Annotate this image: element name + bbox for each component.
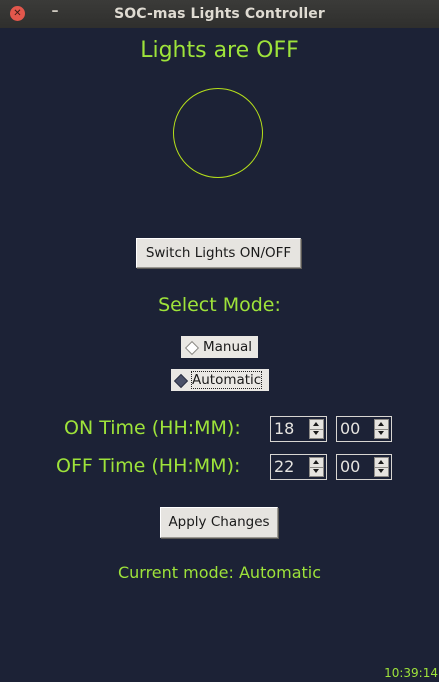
off-hour-spinbox[interactable]: 22: [270, 454, 327, 480]
on-minute-value[interactable]: 00: [340, 419, 360, 439]
off-time-label: OFF Time (HH:MM):: [56, 455, 241, 477]
clock-label: 10:39:14: [384, 666, 438, 680]
spin-arrows: [309, 457, 324, 477]
radio-indicator-icon[interactable]: [184, 340, 200, 356]
spin-arrows: [374, 457, 389, 477]
select-mode-heading: Select Mode:: [158, 294, 281, 316]
radio-manual-label: Manual: [203, 339, 253, 355]
on-hour-spinbox[interactable]: 18: [270, 416, 327, 442]
spin-arrows: [309, 419, 324, 439]
radio-indicator-icon[interactable]: [173, 373, 189, 389]
app-window: ✕ – SOC-mas Lights Controller Lights are…: [0, 0, 439, 682]
radio-automatic-label: Automatic: [191, 371, 263, 389]
lights-status-label: Lights are OFF: [140, 38, 299, 63]
title-bar[interactable]: ✕ – SOC-mas Lights Controller: [0, 0, 439, 28]
on-hour-value[interactable]: 18: [274, 419, 294, 439]
window-title: SOC-mas Lights Controller: [114, 6, 325, 22]
arrow-down-icon[interactable]: [375, 467, 388, 476]
arrow-down-icon[interactable]: [310, 429, 323, 438]
off-minute-value[interactable]: 00: [340, 457, 360, 477]
off-minute-spinbox[interactable]: 00: [336, 454, 392, 480]
current-mode-label: Current mode: Automatic: [117, 563, 322, 582]
on-minute-spinbox[interactable]: 00: [336, 416, 392, 442]
radio-automatic[interactable]: Automatic: [171, 369, 269, 391]
light-indicator-circle: [173, 88, 263, 178]
apply-changes-button[interactable]: Apply Changes: [160, 507, 278, 538]
arrow-down-icon[interactable]: [310, 467, 323, 476]
arrow-down-icon[interactable]: [375, 429, 388, 438]
spin-arrows: [374, 419, 389, 439]
on-time-label: ON Time (HH:MM):: [64, 417, 241, 439]
off-hour-value[interactable]: 22: [274, 457, 294, 477]
switch-lights-button[interactable]: Switch Lights ON/OFF: [136, 238, 301, 268]
radio-manual[interactable]: Manual: [181, 336, 258, 358]
